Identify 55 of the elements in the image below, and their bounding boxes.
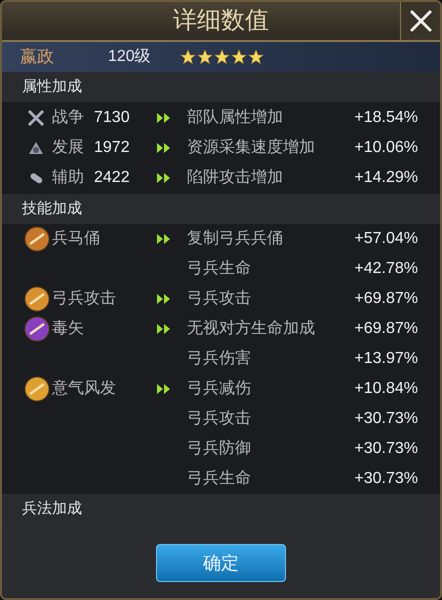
effect-label: 部队属性增加 (187, 108, 284, 128)
confirm-button[interactable]: 确定 (156, 544, 286, 582)
star-icon (197, 49, 213, 65)
skill-name: 兵马俑 (52, 230, 100, 247)
bonus-value: +14.29% (353, 168, 419, 188)
skill-name: 弓兵攻击 (52, 290, 116, 307)
effect-label: 弓兵减伤 (187, 378, 252, 399)
effect-label: 复制弓兵兵俑 (187, 228, 284, 249)
skill-name: 意气风发 (52, 380, 116, 397)
bonus-value: +57.04% (353, 229, 419, 249)
bonus-value: +30.73% (353, 439, 419, 459)
bonus-value: +10.06% (353, 138, 419, 158)
double-chevron-icon (156, 323, 172, 335)
effect-label: 无视对方生命加成 (187, 318, 316, 339)
double-chevron-icon (156, 142, 172, 154)
bonus-value: +13.97% (353, 349, 419, 369)
bonus-value: +18.54% (353, 108, 419, 128)
attribute-value: 7130 (94, 108, 131, 128)
effect-label: 弓兵生命 (187, 258, 252, 279)
star-icon (248, 49, 264, 65)
attribute-value: 2422 (94, 168, 131, 188)
double-chevron-icon (156, 293, 172, 305)
attribute-name: 辅助 (52, 168, 85, 188)
section-title: 属性加成 (22, 76, 82, 97)
double-chevron-icon (156, 112, 172, 124)
attribute-name: 战争 (52, 108, 85, 128)
skill-name: 毒矢 (52, 320, 84, 337)
star-icon (180, 49, 196, 65)
effect-label: 弓兵生命 (187, 468, 252, 489)
attribute-value: 1972 (94, 138, 131, 158)
bonus-value: +30.73% (353, 469, 419, 489)
window-title: 详细数值 (173, 6, 269, 36)
close-icon (408, 9, 432, 33)
hero-level: 120级 (108, 47, 152, 67)
double-chevron-icon (156, 383, 172, 395)
hero-name: 嬴政 (20, 46, 55, 68)
close-button[interactable] (400, 2, 440, 40)
double-chevron-icon (156, 233, 172, 245)
effect-label: 弓兵攻击 (187, 408, 252, 429)
bonus-value: +42.78% (353, 259, 419, 279)
effect-label: 资源采集速度增加 (187, 138, 316, 158)
effect-label: 弓兵伤害 (187, 348, 252, 369)
bonus-value: +69.87% (353, 289, 419, 309)
star-icon (214, 49, 230, 65)
bonus-value: +30.73% (353, 409, 419, 429)
star-icon (231, 49, 247, 65)
section-title: 兵法加成 (22, 498, 82, 519)
bonus-value: +10.84% (353, 379, 419, 399)
effect-label: 陷阱攻击增加 (187, 168, 284, 188)
double-chevron-icon (156, 172, 172, 184)
effect-label: 弓兵攻击 (187, 288, 252, 309)
section-title: 技能加成 (22, 198, 82, 219)
attribute-name: 发展 (52, 138, 85, 158)
effect-label: 弓兵防御 (187, 438, 252, 459)
bonus-value: +69.87% (353, 319, 419, 339)
